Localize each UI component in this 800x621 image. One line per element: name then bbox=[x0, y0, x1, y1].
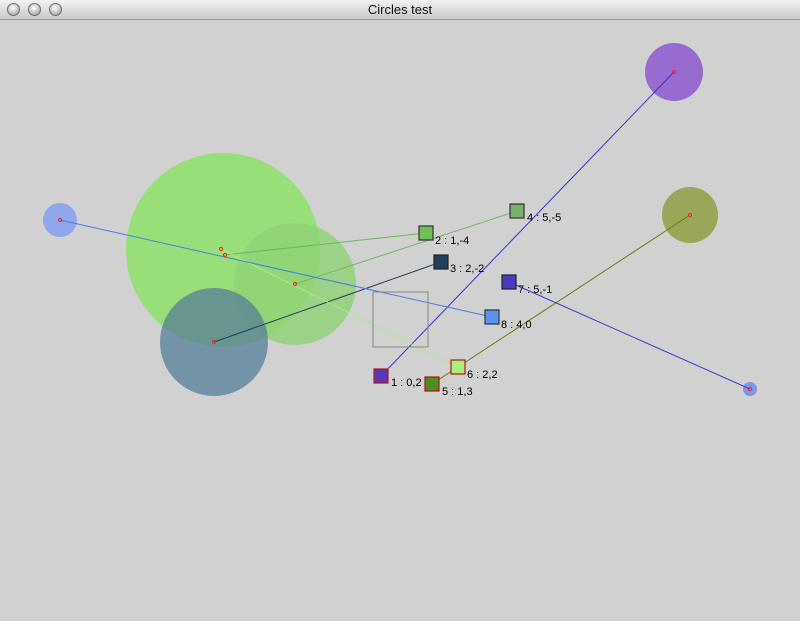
node-8[interactable]: 8 : 4,0 bbox=[484, 309, 532, 331]
window-title: Circles test bbox=[367, 2, 433, 17]
node-7[interactable]: 7 : 5,-1 bbox=[501, 274, 552, 296]
node-label: 8 : 4,0 bbox=[501, 319, 532, 331]
node-square[interactable] bbox=[419, 226, 433, 240]
app-window: Circles test 1: 0,2 2: 1,-4 3: 2,-2 4… bbox=[0, 0, 800, 621]
node-square[interactable] bbox=[485, 310, 499, 324]
node-label: 4 : 5,-5 bbox=[527, 212, 561, 224]
node-square[interactable] bbox=[451, 360, 465, 374]
node-label: 6 : 2,2 bbox=[467, 369, 498, 381]
link-5 bbox=[431, 214, 691, 385]
node-6[interactable]: 6 : 2,2 bbox=[450, 359, 498, 381]
node-label: 2 : 1,-4 bbox=[435, 235, 469, 247]
node-3[interactable]: 3 : 2,-2 bbox=[433, 254, 484, 275]
node-square[interactable] bbox=[425, 377, 439, 391]
node-label: 7 : 5,-1 bbox=[518, 284, 552, 296]
node-label: 3 : 2,-2 bbox=[450, 263, 484, 275]
circles-layer bbox=[43, 43, 757, 396]
node-5[interactable]: 5 : 1,3 bbox=[424, 376, 473, 398]
title-bar[interactable]: Circles test bbox=[0, 0, 800, 20]
link-7 bbox=[508, 281, 751, 390]
node-4[interactable]: 4 : 5,-5 bbox=[509, 203, 561, 224]
node-1[interactable]: 1 : 0,2 bbox=[373, 368, 422, 389]
node-label: 5 : 1,3 bbox=[442, 386, 473, 398]
node-square[interactable] bbox=[434, 255, 448, 269]
node-square[interactable] bbox=[510, 204, 524, 218]
node-square[interactable] bbox=[374, 369, 388, 383]
node-square[interactable] bbox=[502, 275, 516, 289]
drawing-canvas[interactable]: 1 : 0,2 2 : 1,-4 3 : 2,-2 4 : 5,-5 5 : 1… bbox=[0, 20, 800, 621]
node-label: 1 : 0,2 bbox=[391, 377, 422, 389]
